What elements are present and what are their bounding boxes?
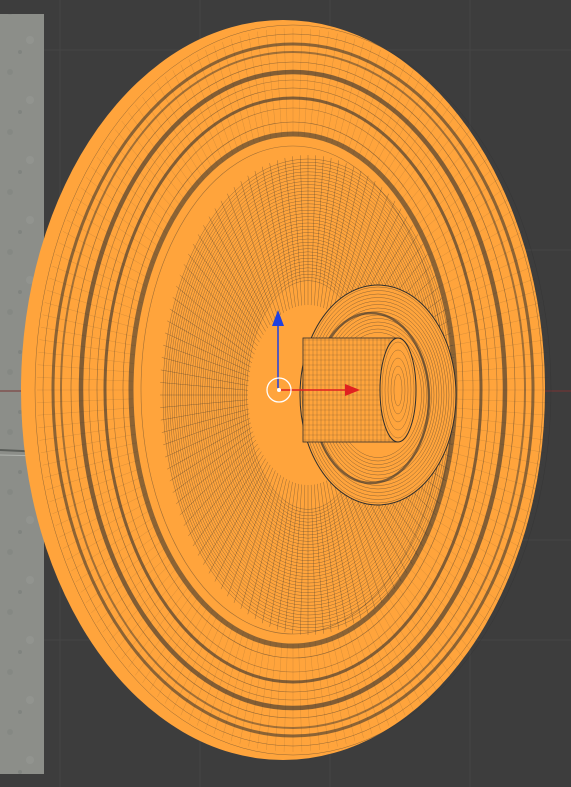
axle-end-cap — [379, 337, 417, 443]
object-origin-dot-icon — [277, 388, 281, 392]
viewport-canvas[interactable] — [0, 0, 571, 787]
3d-viewport[interactable] — [0, 0, 571, 787]
